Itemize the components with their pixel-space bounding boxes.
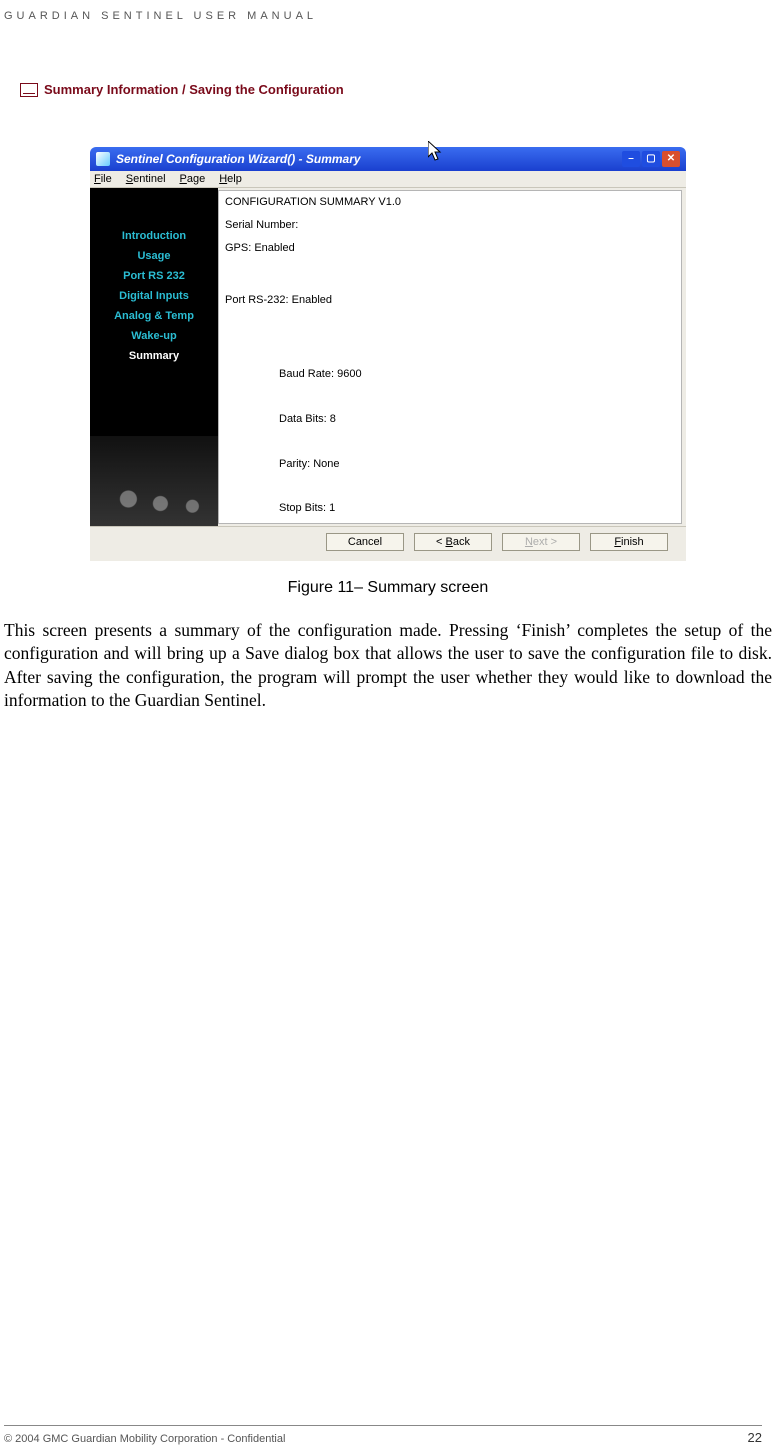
port-rs232-block: Port RS-232: Enabled Baud Rate: 9600 Dat… xyxy=(225,264,675,524)
port-stopbits: Stop Bits: 1 xyxy=(225,501,675,516)
menu-file[interactable]: File xyxy=(94,173,112,185)
menu-page[interactable]: Page xyxy=(180,173,206,185)
window-maximize-button[interactable]: ▢ xyxy=(642,151,660,167)
page-header: GUARDIAN SENTINEL USER MANUAL xyxy=(0,10,776,22)
page-footer: © 2004 GMC Guardian Mobility Corporation… xyxy=(4,1425,762,1445)
section-title-row: Summary Information / Saving the Configu… xyxy=(0,82,776,97)
screen-icon xyxy=(20,83,38,97)
footer-text: © 2004 GMC Guardian Mobility Corporation… xyxy=(4,1433,285,1445)
finish-button[interactable]: Finish xyxy=(590,533,668,551)
screenshot-window: Sentinel Configuration Wizard() - Summar… xyxy=(90,147,686,561)
page-number: 22 xyxy=(748,1430,762,1445)
menu-sentinel[interactable]: Sentinel xyxy=(126,173,166,185)
gps-line: GPS: Enabled xyxy=(225,241,675,256)
body-paragraph: This screen presents a summary of the co… xyxy=(0,619,776,712)
sidebar-image xyxy=(90,436,218,526)
wizard-sidebar: Introduction Usage Port RS 232 Digital I… xyxy=(90,188,218,526)
next-button: Next > xyxy=(502,533,580,551)
sidebar-item-wake-up[interactable]: Wake-up xyxy=(90,326,218,346)
cancel-button[interactable]: Cancel xyxy=(326,533,404,551)
serial-number-line: Serial Number: xyxy=(225,218,675,233)
window-app-icon xyxy=(96,152,110,166)
sidebar-item-analog-temp[interactable]: Analog & Temp xyxy=(90,306,218,326)
port-baud: Baud Rate: 9600 xyxy=(225,367,675,382)
wizard-button-bar: Cancel < Back Next > Finish xyxy=(90,527,686,561)
menu-help[interactable]: Help xyxy=(219,173,242,185)
port-parity: Parity: None xyxy=(225,457,675,472)
window-minimize-button[interactable]: – xyxy=(622,151,640,167)
window-title: Sentinel Configuration Wizard() - Summar… xyxy=(116,152,361,166)
summary-content: CONFIGURATION SUMMARY V1.0 Serial Number… xyxy=(218,190,682,524)
window-titlebar: Sentinel Configuration Wizard() - Summar… xyxy=(90,147,686,171)
port-databits: Data Bits: 8 xyxy=(225,412,675,427)
section-title: Summary Information / Saving the Configu… xyxy=(44,82,344,97)
sidebar-item-digital-inputs[interactable]: Digital Inputs xyxy=(90,286,218,306)
sidebar-item-introduction[interactable]: Introduction xyxy=(90,226,218,246)
figure-caption: Figure 11– Summary screen xyxy=(0,579,776,597)
window-close-button[interactable]: ✕ xyxy=(662,151,680,167)
sidebar-item-summary[interactable]: Summary xyxy=(90,346,218,366)
port-rs232-header: Port RS-232: Enabled xyxy=(225,293,675,308)
sidebar-item-port-rs232[interactable]: Port RS 232 xyxy=(90,266,218,286)
back-button[interactable]: < Back xyxy=(414,533,492,551)
window-menubar: File Sentinel Page Help xyxy=(90,171,686,188)
sidebar-item-usage[interactable]: Usage xyxy=(90,246,218,266)
summary-title: CONFIGURATION SUMMARY V1.0 xyxy=(225,195,675,210)
